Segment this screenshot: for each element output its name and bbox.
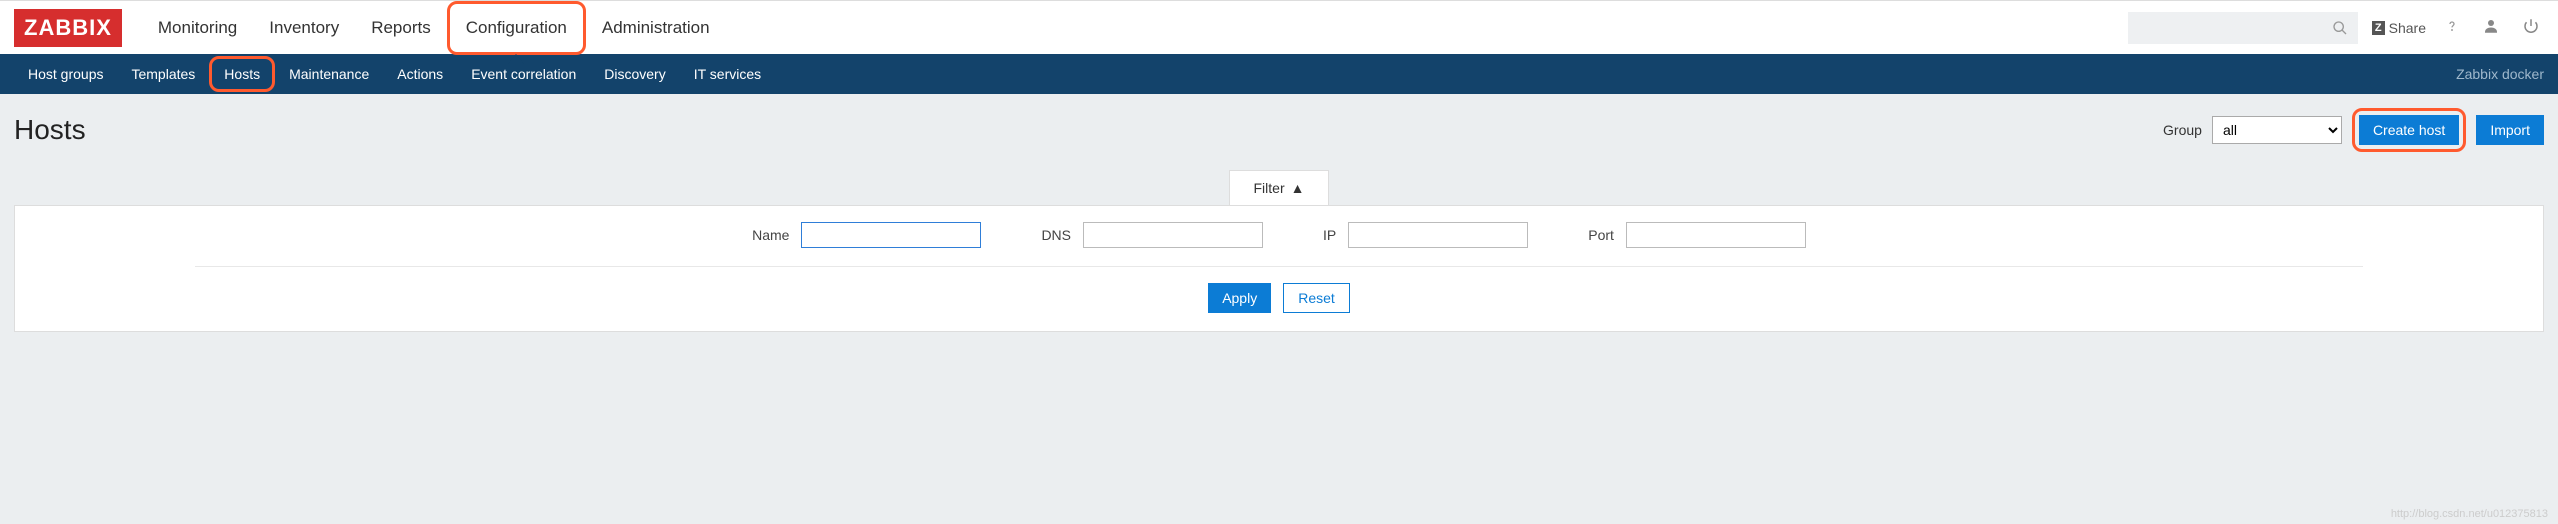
subnav-maintenance[interactable]: Maintenance [275,56,383,92]
subnav-it-services[interactable]: IT services [680,56,775,92]
search-box[interactable] [2128,12,2358,44]
nav-configuration[interactable]: Configuration [447,1,586,55]
create-host-highlight: Create host [2352,108,2466,152]
ip-label: IP [1323,227,1336,243]
help-button[interactable] [2440,14,2464,41]
power-button[interactable] [2518,13,2544,42]
filter-panel: Name DNS IP Port Apply Reset [14,205,2544,332]
help-icon [2444,18,2460,34]
name-label: Name [752,227,789,243]
top-header: ZABBIX Monitoring Inventory Reports Conf… [0,0,2558,54]
watermark: http://blog.csdn.net/u012375813 [2391,508,2548,520]
filter-field-ip: IP [1323,222,1528,248]
nav-inventory[interactable]: Inventory [253,4,355,52]
main-nav: Monitoring Inventory Reports Configurati… [142,1,2128,55]
subnav-event-correlation[interactable]: Event correlation [457,56,590,92]
filter-buttons: Apply Reset [15,283,2543,313]
share-z-icon: Z [2372,21,2385,35]
filter-tab-row: Filter ▲ [0,170,2558,205]
share-button[interactable]: Z Share [2372,20,2426,36]
import-button[interactable]: Import [2476,115,2544,145]
dns-label: DNS [1041,227,1071,243]
search-icon [2332,20,2348,36]
group-select[interactable]: all [2212,116,2342,144]
filter-tab[interactable]: Filter ▲ [1229,170,1330,205]
subnav-server-name: Zabbix docker [2456,66,2544,82]
reset-button[interactable]: Reset [1283,283,1350,313]
apply-button[interactable]: Apply [1208,283,1271,313]
page-title: Hosts [14,114,86,146]
subnav-discovery[interactable]: Discovery [590,56,679,92]
filter-tab-label: Filter [1254,180,1285,196]
nav-monitoring[interactable]: Monitoring [142,4,253,52]
subnav-host-groups[interactable]: Host groups [14,56,117,92]
collapse-up-icon: ▲ [1291,180,1305,196]
user-icon [2482,17,2500,35]
nav-administration[interactable]: Administration [586,4,726,52]
nav-reports[interactable]: Reports [355,4,447,52]
header-right: Z Share [2128,12,2544,44]
create-host-button[interactable]: Create host [2359,115,2459,145]
subnav-actions[interactable]: Actions [383,56,457,92]
subnav-hosts[interactable]: Hosts [209,56,275,92]
user-button[interactable] [2478,13,2504,42]
filter-field-port: Port [1588,222,1806,248]
filter-fields: Name DNS IP Port [195,222,2363,267]
port-label: Port [1588,227,1614,243]
sub-nav: Host groups Templates Hosts Maintenance … [0,54,2558,94]
content-header-actions: Group all Create host Import [2163,108,2544,152]
power-icon [2522,17,2540,35]
filter-field-dns: DNS [1041,222,1263,248]
subnav-templates[interactable]: Templates [117,56,209,92]
share-label: Share [2389,20,2426,36]
name-input[interactable] [801,222,981,248]
dns-input[interactable] [1083,222,1263,248]
group-label: Group [2163,122,2202,138]
ip-input[interactable] [1348,222,1528,248]
content-header: Hosts Group all Create host Import [0,94,2558,162]
zabbix-logo[interactable]: ZABBIX [14,9,122,47]
port-input[interactable] [1626,222,1806,248]
filter-field-name: Name [752,222,981,248]
